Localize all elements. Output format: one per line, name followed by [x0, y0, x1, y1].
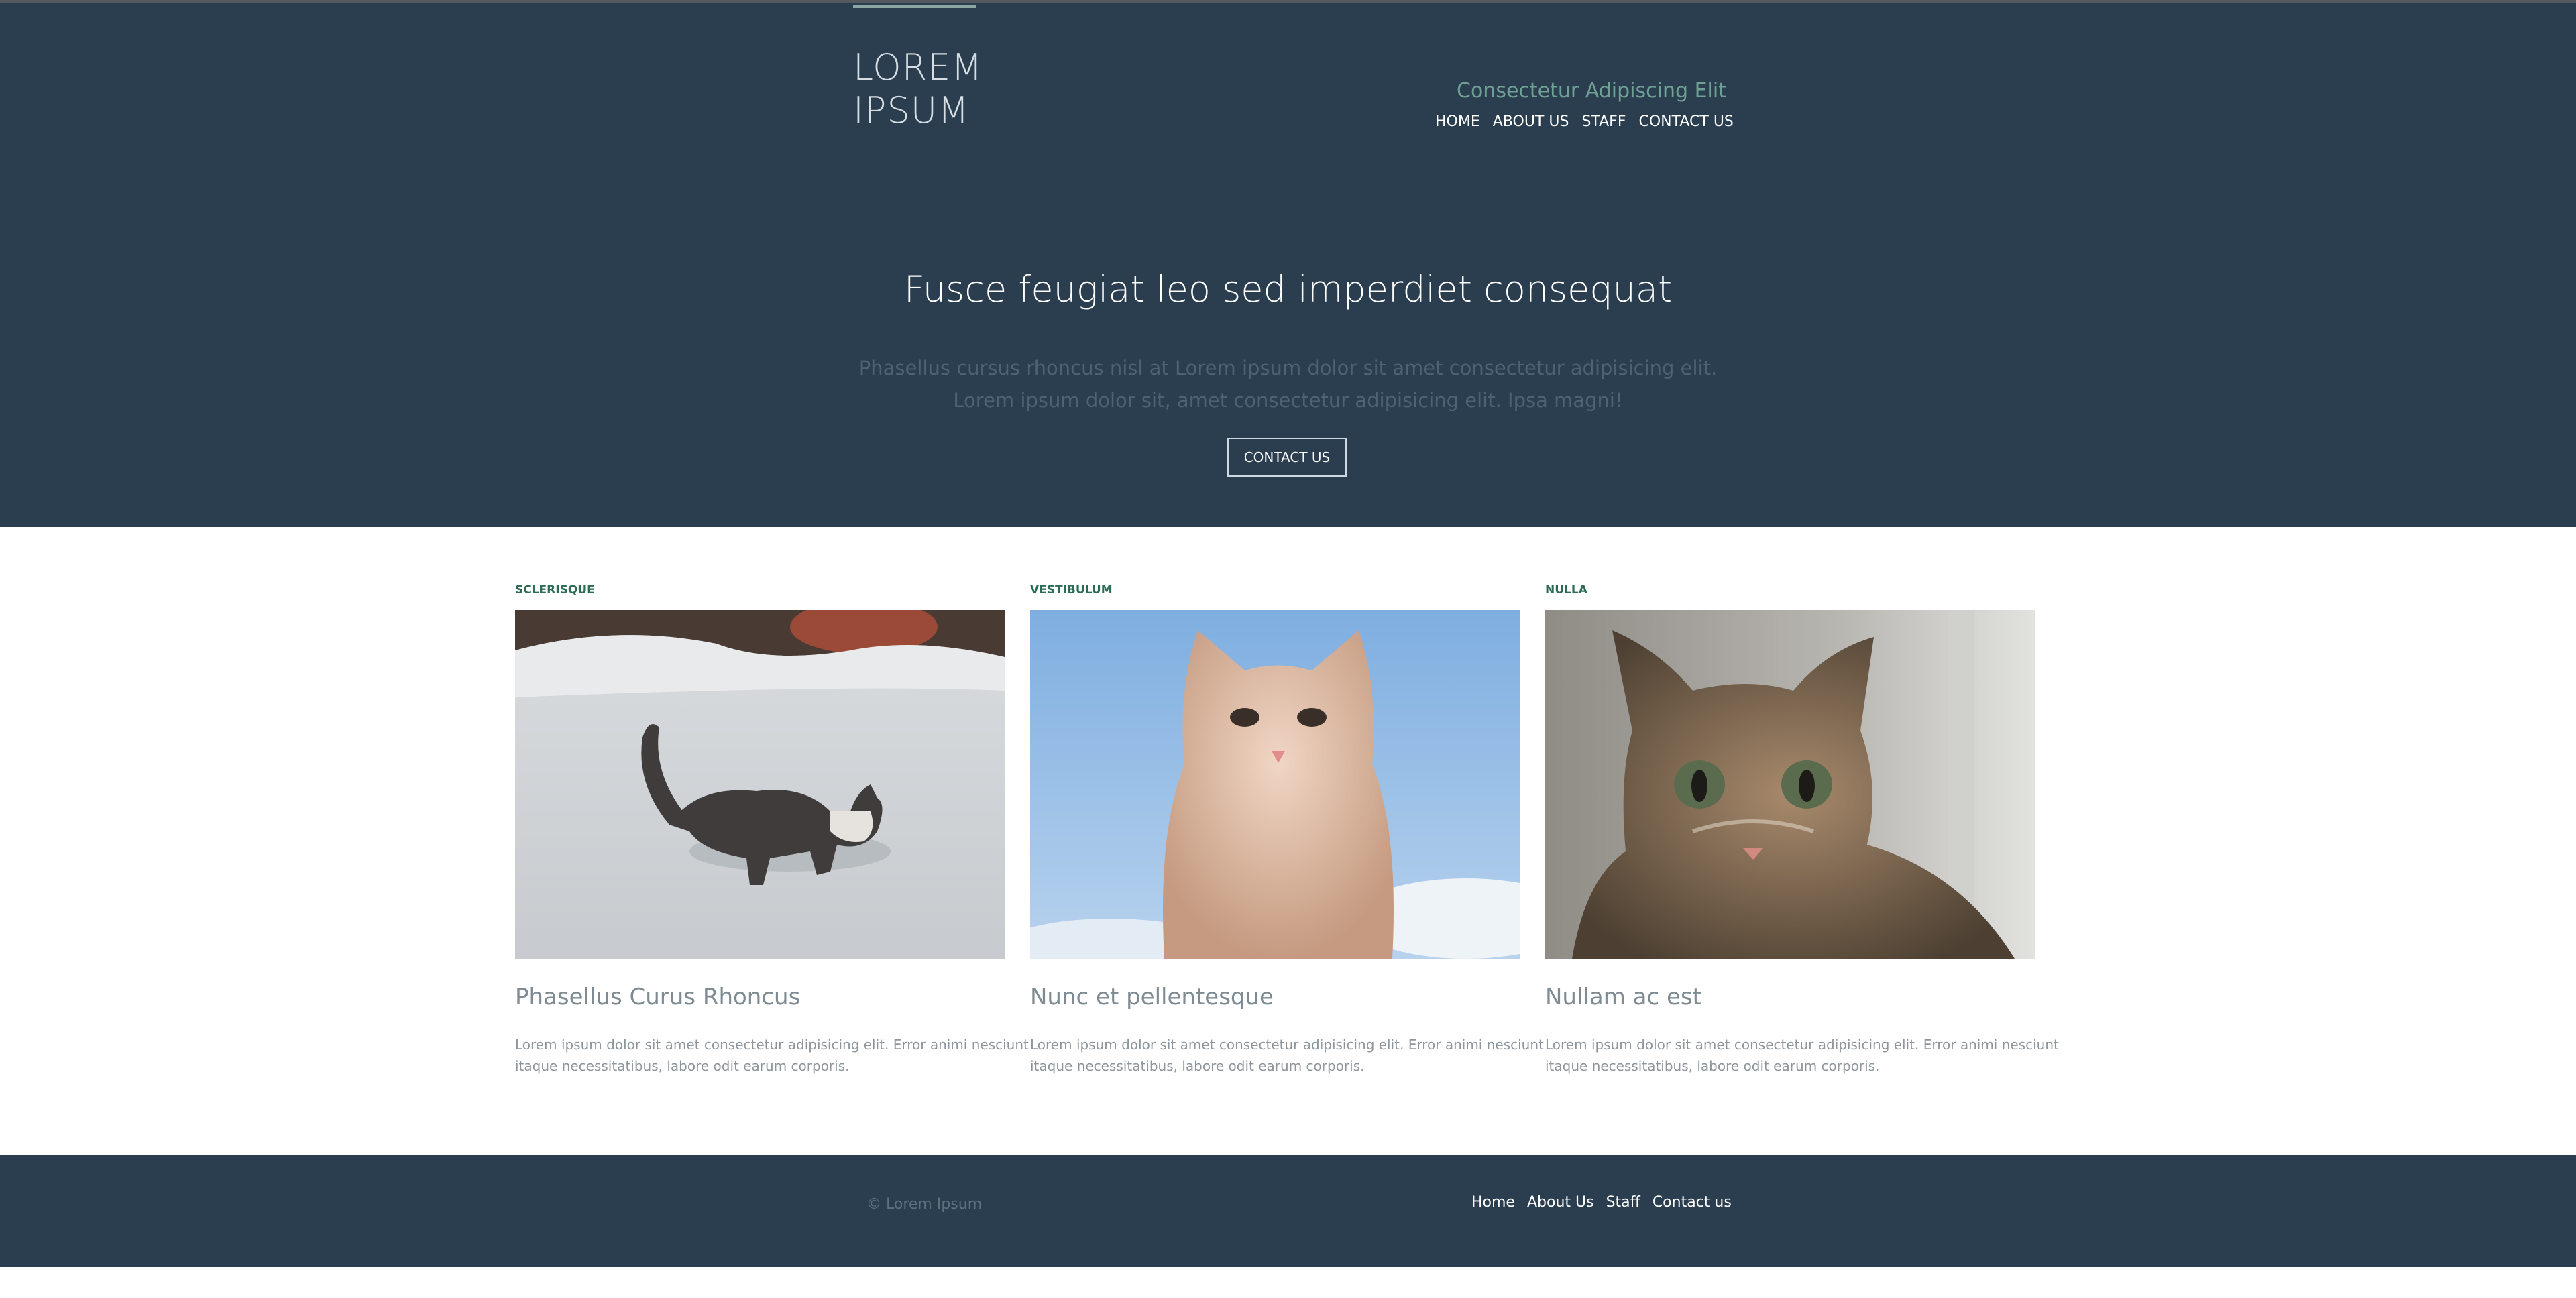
card-label: NULLA [1545, 583, 1587, 597]
card-vestibulum: VESTIBULUM Nunc et pellentesque Lorem ip… [1030, 583, 1547, 1077]
nav-about-us[interactable]: ABOUT US [1493, 113, 1569, 130]
card-nulla: NULLA Nullam ac est Lorem ipsum dolor si… [1545, 583, 2062, 1077]
footer-nav-about-us[interactable]: About Us [1527, 1194, 1594, 1211]
nav-contact-us[interactable]: CONTACT US [1639, 113, 1734, 130]
hero-contact-button[interactable]: CONTACT US [1227, 438, 1347, 477]
card-label: SCLERISQUE [515, 583, 595, 597]
hero-text-line-1: Phasellus cursus rhoncus nisl at Lorem i… [858, 357, 1718, 379]
main-nav: HOME ABOUT US STAFF CONTACT US [1435, 113, 1734, 130]
hero-title: Fusce feugiat leo sed imperdiet consequa… [903, 268, 1673, 310]
hero-text-line-2: Lorem ipsum dolor sit, amet consectetur … [953, 389, 1623, 412]
footer-nav: Home About Us Staff Contact us [1471, 1194, 1732, 1211]
card-description: Lorem ipsum dolor sit amet consectetur a… [1545, 1037, 2059, 1074]
site-logo[interactable]: LOREM IPSUM [853, 46, 983, 132]
nav-staff[interactable]: STAFF [1581, 113, 1626, 130]
footer-nav-home[interactable]: Home [1471, 1194, 1515, 1211]
tabby-kitten-image[interactable] [1545, 610, 2035, 959]
logo-accent-bar [853, 5, 976, 8]
hero-text: Phasellus cursus rhoncus nisl at Lorem i… [0, 352, 2576, 416]
footer-nav-staff[interactable]: Staff [1606, 1194, 1640, 1211]
nav-home[interactable]: HOME [1435, 113, 1480, 130]
footer-nav-contact-us[interactable]: Contact us [1653, 1194, 1732, 1211]
logo-line-1: LOREM [853, 46, 983, 88]
card-description: Lorem ipsum dolor sit amet consectetur a… [515, 1037, 1029, 1074]
kitten-in-snow-image[interactable] [515, 610, 1005, 959]
site-footer: © Lorem Ipsum Home About Us Staff Contac… [0, 1155, 2576, 1267]
card-label: VESTIBULUM [1030, 583, 1113, 597]
logo-line-2: IPSUM [853, 89, 970, 131]
card-title[interactable]: Phasellus Curus Rhoncus [515, 984, 1031, 1010]
site-tagline: Consectetur Adipiscing Elit [1457, 79, 1726, 103]
site-header: LOREM IPSUM Consectetur Adipiscing Elit … [0, 0, 2576, 527]
card-title[interactable]: Nunc et pellentesque [1030, 984, 1547, 1010]
card-description: Lorem ipsum dolor sit amet consectetur a… [1030, 1037, 1544, 1074]
card-sclerisque: SCLERISQUE Phasellus Curus Rhoncus Lorem… [515, 583, 1031, 1077]
copyright-text: © Lorem Ipsum [866, 1196, 983, 1213]
white-kitten-sky-image[interactable] [1030, 610, 1520, 959]
card-title[interactable]: Nullam ac est [1545, 984, 2062, 1010]
